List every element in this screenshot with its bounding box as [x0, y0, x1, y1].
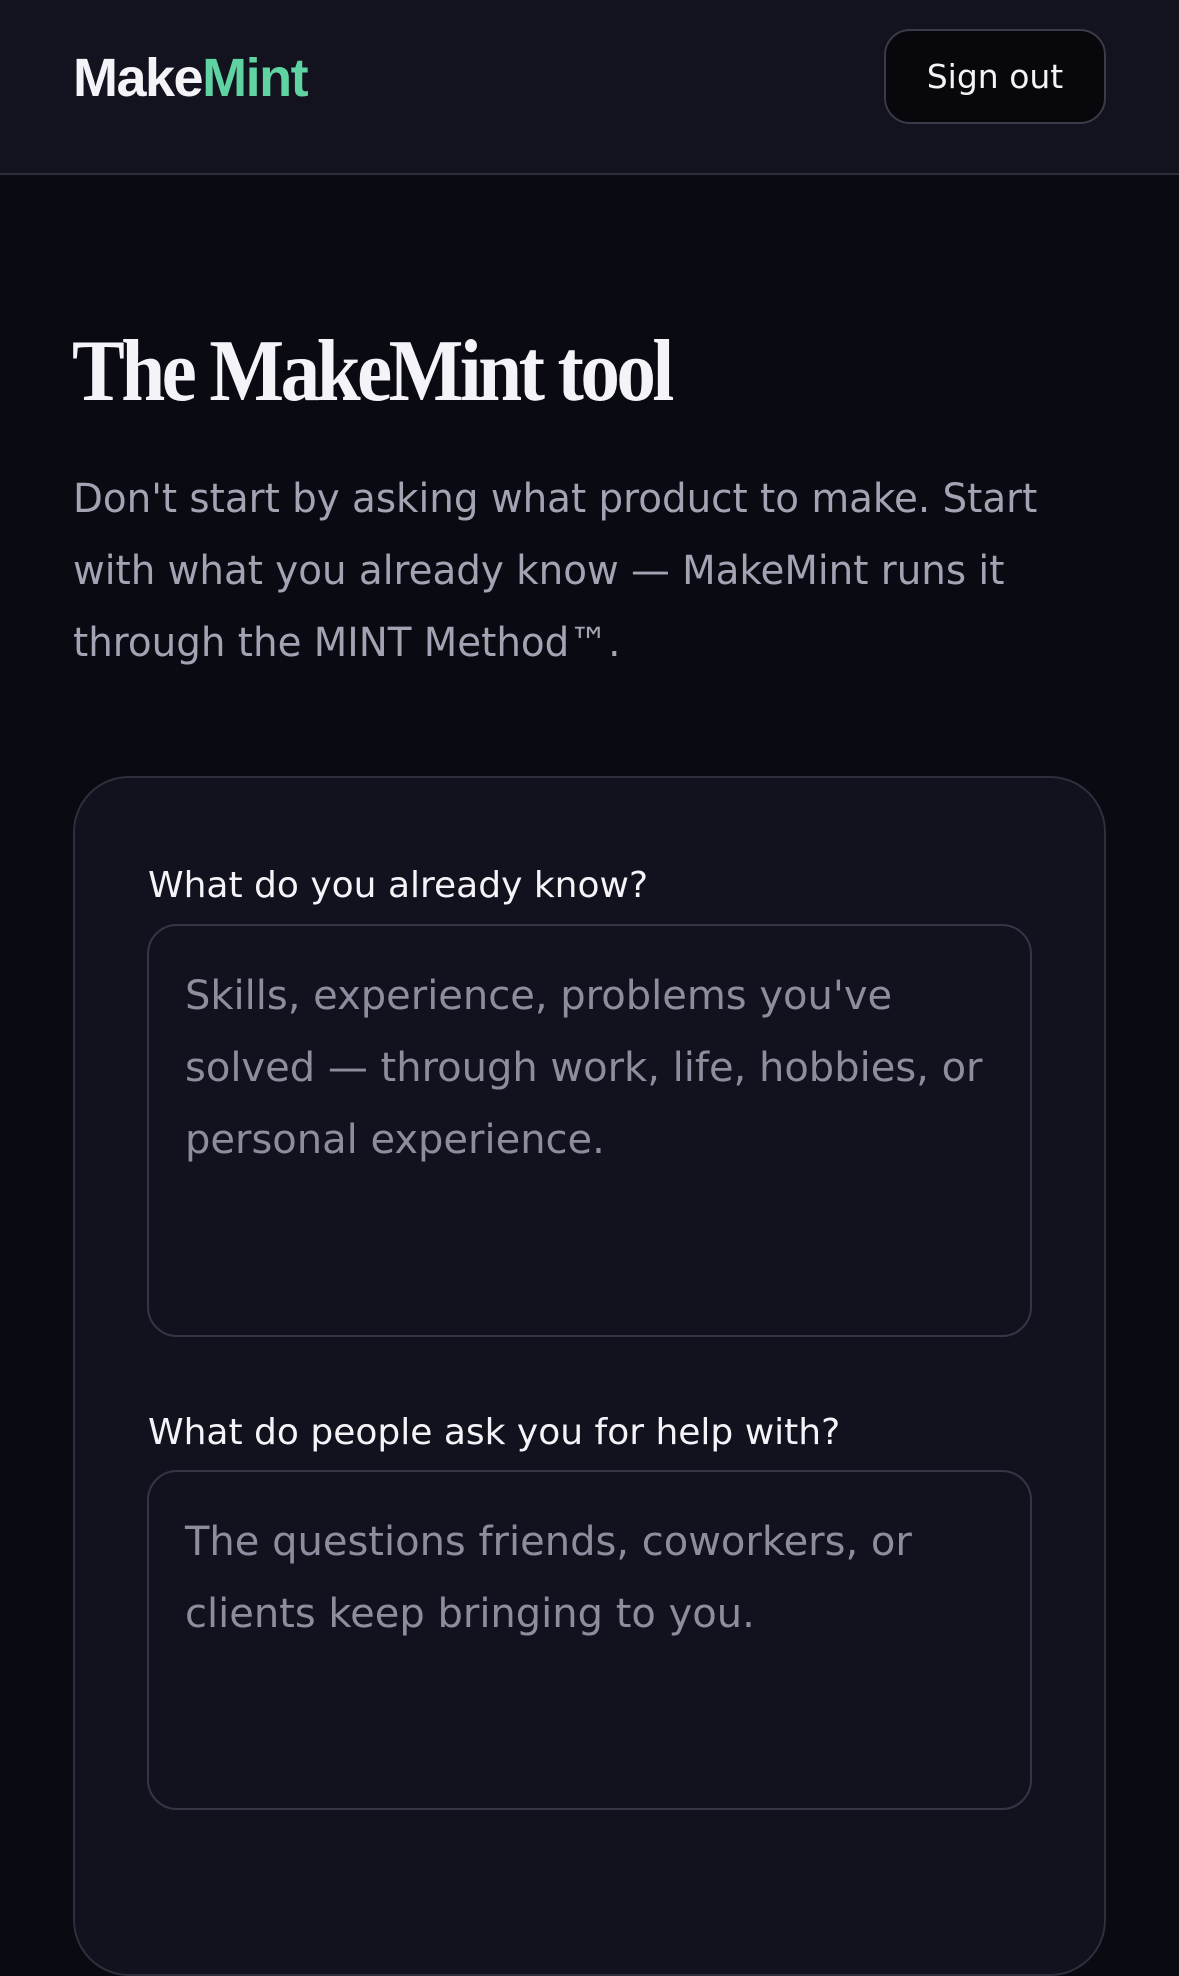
sign-out-button[interactable]: Sign out [884, 29, 1106, 124]
page-title: The MakeMint tool [72, 323, 674, 420]
logo[interactable]: MakeMint [73, 46, 309, 110]
top-header: MakeMint Sign out [0, 0, 1179, 175]
known-label: What do you already know? [148, 865, 649, 906]
help-textarea[interactable] [147, 1470, 1032, 1810]
logo-mint: Mint [202, 48, 308, 108]
logo-make: Make [73, 48, 204, 108]
help-label: What do people ask you for help with? [148, 1412, 841, 1453]
page-subtitle: Don't start by asking what product to ma… [73, 476, 1038, 666]
known-textarea[interactable] [147, 924, 1032, 1337]
